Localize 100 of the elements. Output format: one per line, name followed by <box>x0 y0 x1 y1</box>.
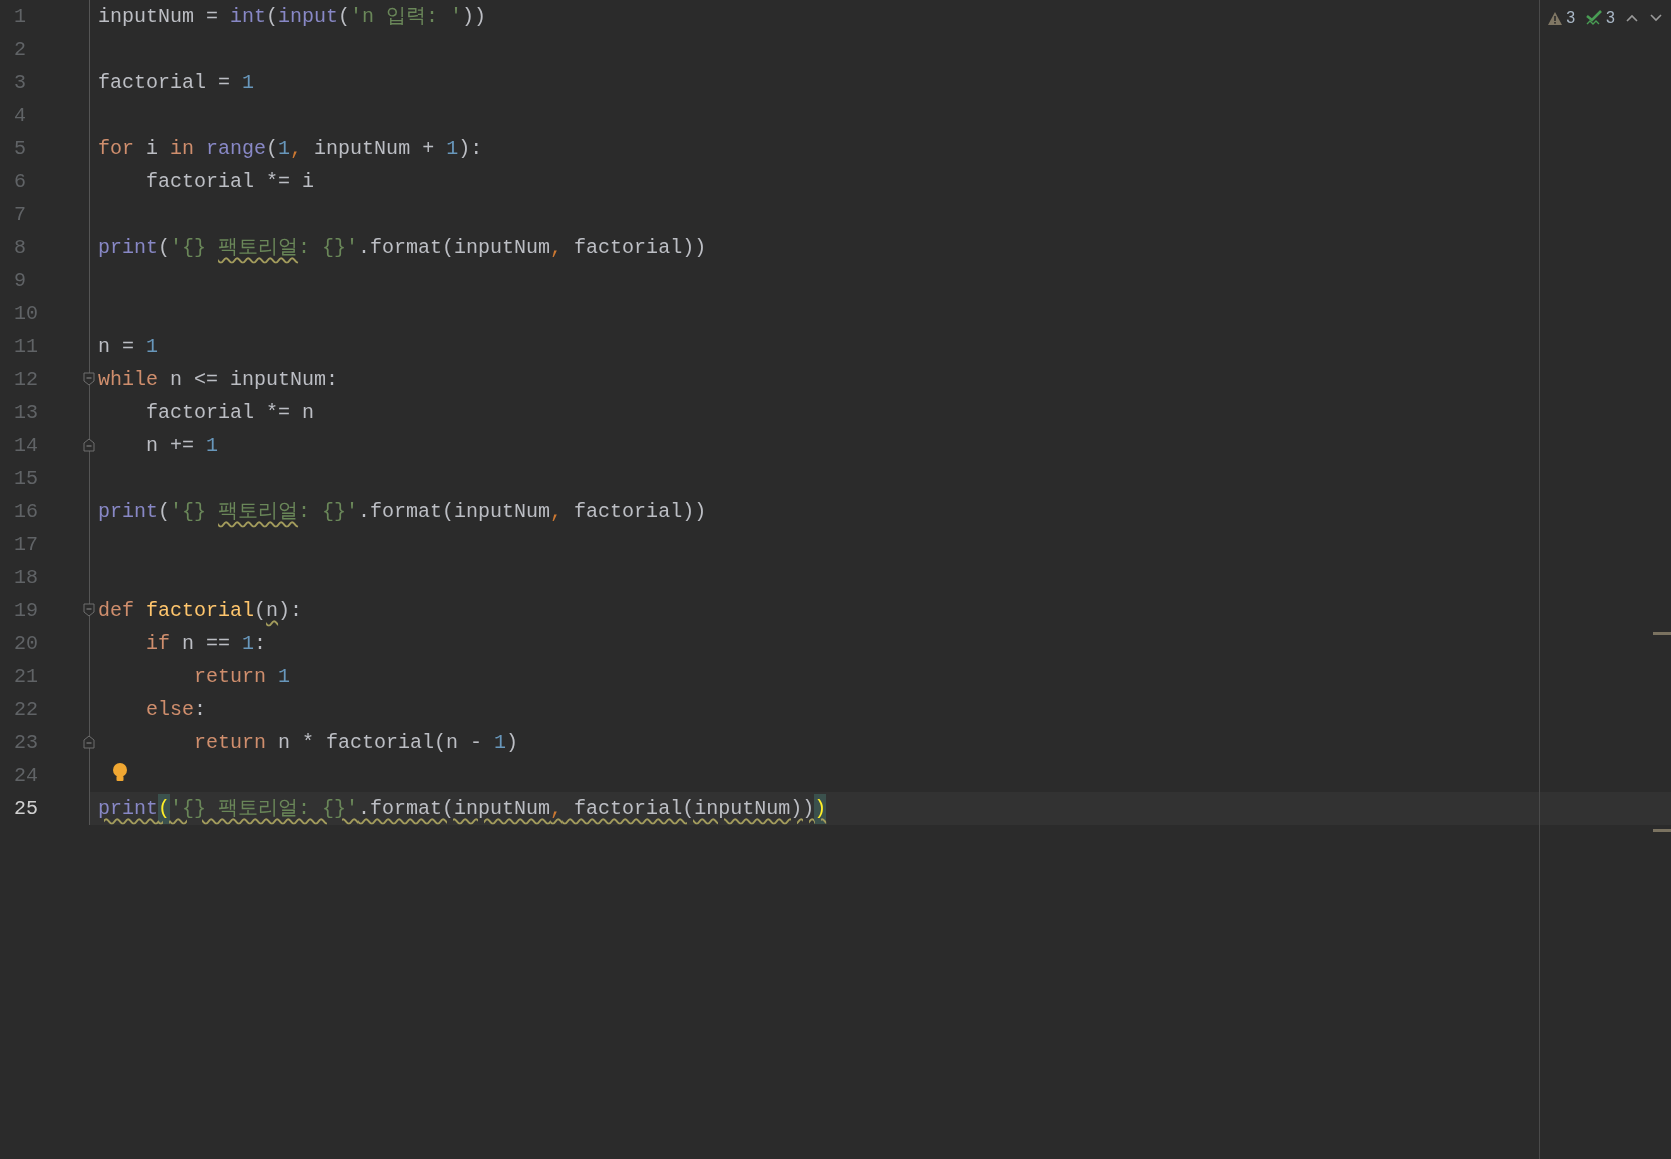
code-token: 1 <box>242 69 255 96</box>
code-token: , <box>550 795 563 822</box>
code-token: factorial)) <box>573 234 707 261</box>
code-token: return <box>193 663 267 690</box>
code-token: factorial *= n <box>145 399 315 426</box>
code-token: )) <box>462 3 487 30</box>
code-token: '{} <box>170 498 208 525</box>
line-number: 15 <box>14 465 38 492</box>
line-number: 8 <box>14 234 26 261</box>
line-number: 20 <box>14 630 38 657</box>
code-token: int <box>230 3 267 30</box>
code-token: 팩토리얼 <box>218 498 299 525</box>
code-token: ( <box>254 597 267 624</box>
code-token: , <box>550 498 563 525</box>
code-token: ) <box>814 793 827 824</box>
code-token: ): <box>278 597 303 624</box>
code-token: ( <box>266 3 279 30</box>
line-number: 3 <box>14 69 26 96</box>
code-token: if <box>145 630 170 657</box>
line-number: 23 <box>14 729 38 756</box>
line-number: 17 <box>14 531 38 558</box>
code-token: factorial = <box>98 69 232 96</box>
code-token: , <box>550 234 563 261</box>
line-number: 25 <box>14 795 38 822</box>
code-token: n * factorial(n - <box>277 729 484 756</box>
code-token: 'n 입력: ' <box>350 3 463 30</box>
code-token: '{} 팩토리얼: {}' <box>170 795 359 822</box>
code-token: def <box>98 597 134 624</box>
code-token: n == <box>181 630 232 657</box>
line-number: 24 <box>14 762 38 789</box>
code-token: return <box>193 729 267 756</box>
line-number: 13 <box>14 399 38 426</box>
code-token: : <box>194 696 207 723</box>
code-token: 1 <box>146 333 159 360</box>
code-token: ( <box>158 793 171 824</box>
line-number: 2 <box>14 36 26 63</box>
fold-marker-icon[interactable] <box>83 438 95 452</box>
line-number: 4 <box>14 102 26 129</box>
code-token: while <box>98 366 158 393</box>
code-token: ( <box>338 3 351 30</box>
code-token: for <box>98 135 134 162</box>
code-token: : {}' <box>298 234 359 261</box>
code-token: print <box>98 795 158 822</box>
line-number: 19 <box>14 597 38 624</box>
line-number: 22 <box>14 696 38 723</box>
line-number: 18 <box>14 564 38 591</box>
fold-marker-icon[interactable] <box>83 372 95 386</box>
code-token: factorial <box>145 597 255 624</box>
code-token: i <box>145 135 160 162</box>
warning-icon[interactable] <box>1547 10 1564 26</box>
code-token: ( <box>266 135 279 162</box>
code-token: else <box>145 696 194 723</box>
check-icon[interactable] <box>1585 10 1604 26</box>
line-number: 14 <box>14 432 38 459</box>
code-token: .format(inputNum <box>358 234 551 261</box>
code-token: 1 <box>446 135 459 162</box>
code-token: 1 <box>277 663 291 690</box>
weak-warning-count[interactable]: 3 <box>1606 6 1615 30</box>
line-number: 1 <box>14 3 26 30</box>
code-token: inputNum + <box>313 135 436 162</box>
code-token: 1 <box>494 729 507 756</box>
code-token: '{} <box>170 234 208 261</box>
code-token: , <box>290 135 303 162</box>
fold-marker-icon[interactable] <box>83 735 95 749</box>
code-token: n <box>266 597 279 624</box>
code-token: range <box>205 135 267 162</box>
code-token: .format(inputNum <box>358 498 551 525</box>
code-token: factorial(inputNum)) <box>573 795 815 822</box>
code-token: factorial)) <box>573 498 707 525</box>
line-number: 6 <box>14 168 26 195</box>
code-token: n <= inputNum: <box>169 366 339 393</box>
code-token: .format(inputNum <box>358 795 551 822</box>
fold-marker-icon[interactable] <box>83 603 95 617</box>
line-number: 16 <box>14 498 38 525</box>
line-number: 9 <box>14 267 26 294</box>
code-token: in <box>170 135 195 162</box>
code-token: factorial *= i <box>145 168 315 195</box>
code-token: n += <box>145 432 195 459</box>
line-number: 11 <box>14 333 38 360</box>
code-token: 1 <box>278 135 291 162</box>
lightbulb-icon[interactable] <box>112 762 128 784</box>
line-number: 10 <box>14 300 38 327</box>
code-token: ( <box>158 498 171 525</box>
code-token: print <box>98 234 158 261</box>
code-token: 1 <box>242 630 255 657</box>
chevron-down-icon[interactable] <box>1649 13 1663 23</box>
code-token: ) <box>506 729 519 756</box>
code-token: inputNum = <box>98 3 220 30</box>
code-token: ( <box>158 234 171 261</box>
line-number: 12 <box>14 366 38 393</box>
line-number: 5 <box>14 135 26 162</box>
code-token: ): <box>458 135 483 162</box>
code-token: : <box>254 630 267 657</box>
line-number: 21 <box>14 663 38 690</box>
chevron-up-icon[interactable] <box>1625 13 1639 23</box>
code-token: 1 <box>206 432 219 459</box>
code-token: : {}' <box>298 498 359 525</box>
warning-count[interactable]: 3 <box>1566 6 1576 30</box>
code-token: input <box>278 3 339 30</box>
code-token: print <box>98 498 158 525</box>
